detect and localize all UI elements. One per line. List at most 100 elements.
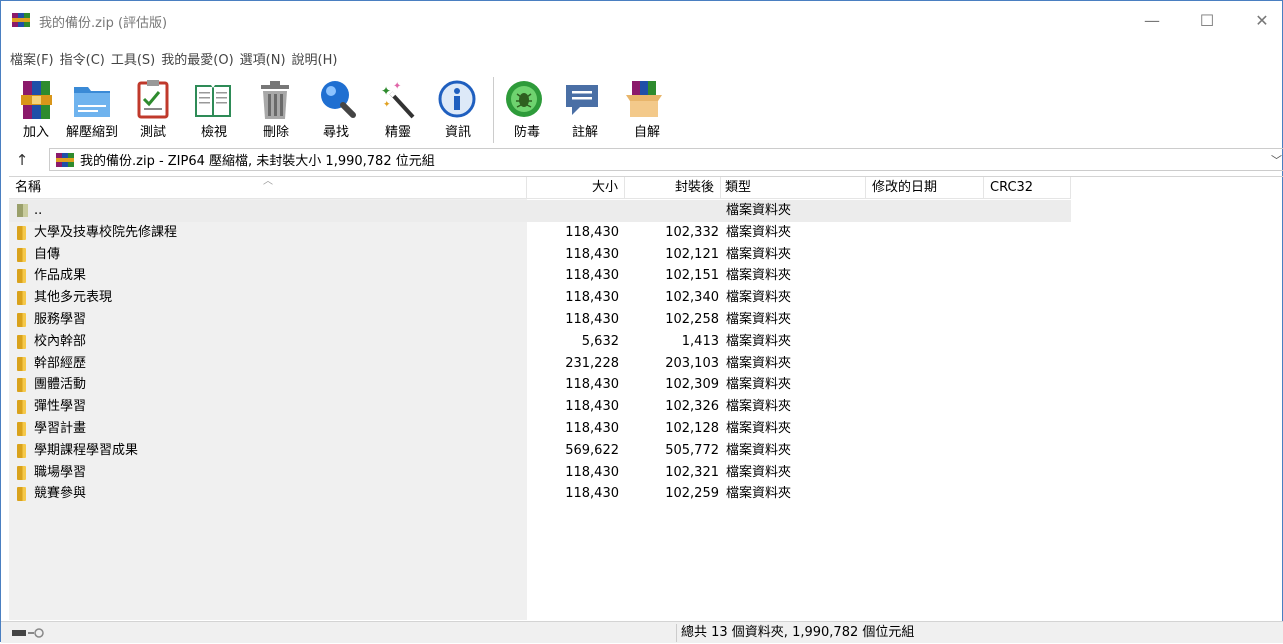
menu-options[interactable]: 選項(N) (240, 50, 286, 72)
column-header-modified[interactable]: 修改的日期 (866, 177, 984, 199)
column-header-type[interactable]: 類型 (721, 177, 866, 199)
info-button[interactable]: 資訊 (429, 75, 487, 145)
row-name: 團體活動 (34, 377, 87, 393)
column-header-crc32[interactable]: CRC32 (984, 177, 1071, 199)
column-header-packed[interactable]: 封裝後 (625, 177, 721, 199)
table-row[interactable]: 自傳 118,430 102,121 檔案資料夾 (9, 244, 1071, 266)
row-type: 檔案資料夾 (726, 290, 792, 306)
row-packed: 102,321 (665, 464, 719, 480)
row-size: 118,430 (565, 420, 619, 436)
table-row[interactable]: 幹部經歷 231,228 203,103 檔案資料夾 (9, 353, 1071, 375)
path-dropdown[interactable]: 我的備份.zip - ZIP64 壓縮檔, 未封裝大小 1,990,782 位元… (49, 148, 1283, 171)
row-size: 5,632 (581, 333, 619, 349)
table-row[interactable]: 學習計畫 118,430 102,128 檔案資料夾 (9, 418, 1071, 440)
svg-text:✦: ✦ (383, 100, 391, 110)
status-summary: 總共 13 個資料夾, 1,990,782 個位元組 (681, 625, 915, 640)
view-button[interactable]: 檢視 (181, 75, 247, 145)
menu-help[interactable]: 說明(H) (292, 50, 338, 72)
find-icon (321, 81, 356, 118)
close-button[interactable]: ✕ (1242, 11, 1282, 31)
row-type: 檔案資料夾 (726, 377, 792, 393)
row-size: 118,430 (565, 224, 619, 240)
info-icon (438, 80, 476, 118)
virus-scan-icon (506, 81, 542, 117)
table-row[interactable]: 大學及技專校院先修課程 118,430 102,332 檔案資料夾 (9, 222, 1071, 244)
row-name: 學習計畫 (34, 420, 87, 436)
minimize-button[interactable]: — (1132, 11, 1172, 31)
row-name: 其他多元表現 (34, 290, 113, 306)
add-label: 加入 (22, 125, 49, 140)
chevron-down-icon[interactable]: ﹀ (1271, 152, 1282, 168)
parent-folder-row[interactable]: .. 檔案資料夾 (9, 200, 1071, 222)
table-row[interactable]: 作品成果 118,430 102,151 檔案資料夾 (9, 265, 1071, 287)
extract-to-icon (74, 87, 110, 117)
folder-icon (17, 225, 26, 240)
folder-icon (17, 247, 26, 262)
list-header: 名稱 ︿ 大小 封裝後 類型 修改的日期 CRC32 (9, 176, 1071, 199)
table-row[interactable]: 校內幹部 5,632 1,413 檔案資料夾 (9, 331, 1071, 353)
list-rows: .. 檔案資料夾 大學及技專校院先修課程 118,430 102,332 檔案資料夾自… (9, 200, 1071, 505)
folder-icon (17, 465, 26, 480)
row-size: 118,430 (565, 268, 619, 284)
add-button[interactable]: 加入 (13, 75, 59, 145)
archive-path: 我的備份.zip - ZIP64 壓縮檔, 未封裝大小 1,990,782 位元… (80, 154, 435, 169)
folder-icon (17, 400, 26, 415)
row-name: 作品成果 (34, 268, 87, 284)
table-row[interactable]: 學期課程學習成果 569,622 505,772 檔案資料夾 (9, 440, 1071, 462)
comment-button[interactable]: 註解 (554, 75, 616, 145)
row-size: 118,430 (565, 246, 619, 262)
row-size: 118,430 (565, 290, 619, 306)
row-packed: 1,413 (681, 333, 719, 349)
table-row[interactable]: 服務學習 118,430 102,258 檔案資料夾 (9, 309, 1071, 331)
winrar-window: 我的備份.zip (評估版) — ☐ ✕ 檔案(F) 指令(C) 工具(S) 我… (0, 0, 1283, 643)
row-size: 118,430 (565, 486, 619, 502)
up-one-level-button[interactable]: ↑ (9, 151, 35, 169)
delete-icon (261, 81, 289, 119)
title-bar: 我的備份.zip (評估版) — ☐ ✕ (1, 1, 1282, 41)
view-icon (195, 85, 231, 117)
row-packed: 203,103 (665, 355, 719, 371)
sfx-button[interactable]: 自解 (616, 75, 678, 145)
view-label: 檢視 (200, 125, 227, 140)
row-name: 自傳 (34, 246, 61, 262)
virus-scan-button[interactable]: 防毒 (500, 75, 554, 145)
table-row[interactable]: 彈性學習 118,430 102,326 檔案資料夾 (9, 396, 1071, 418)
row-name: 校內幹部 (34, 333, 87, 349)
column-header-size[interactable]: 大小 (527, 177, 625, 199)
menu-commands[interactable]: 指令(C) (60, 50, 105, 72)
window-title: 我的備份.zip (評估版) (39, 16, 168, 31)
row-name: 服務學習 (34, 311, 87, 327)
row-type: 檔案資料夾 (726, 420, 792, 436)
row-packed: 102,326 (665, 399, 719, 415)
find-button[interactable]: 尋找 (305, 75, 367, 145)
menu-tools[interactable]: 工具(S) (111, 50, 155, 72)
row-type: 檔案資料夾 (726, 246, 792, 262)
row-size: 231,228 (565, 355, 619, 371)
delete-button[interactable]: 刪除 (247, 75, 305, 145)
svg-text:✦: ✦ (381, 84, 391, 98)
menu-bar: 檔案(F) 指令(C) 工具(S) 我的最愛(O) 選項(N) 說明(H) (1, 50, 343, 72)
folder-icon (17, 269, 26, 284)
test-button[interactable]: 測試 (125, 75, 181, 145)
table-row[interactable]: 團體活動 118,430 102,309 檔案資料夾 (9, 374, 1071, 396)
archive-icon (56, 152, 74, 167)
row-type: 檔案資料夾 (726, 203, 792, 218)
table-row[interactable]: 其他多元表現 118,430 102,340 檔案資料夾 (9, 287, 1071, 309)
wizard-button[interactable]: ✦ ✦ ✦ 精靈 (367, 75, 429, 145)
row-packed: 102,151 (665, 268, 719, 284)
row-type: 檔案資料夾 (726, 333, 792, 349)
menu-file[interactable]: 檔案(F) (10, 50, 54, 72)
menu-favorites[interactable]: 我的最愛(O) (161, 50, 233, 72)
table-row[interactable]: 競賽參與 118,430 102,259 檔案資料夾 (9, 483, 1071, 505)
extract-to-button[interactable]: 解壓縮到 (59, 75, 125, 145)
row-packed: 102,332 (665, 224, 719, 240)
row-type: 檔案資料夾 (726, 486, 792, 502)
maximize-button[interactable]: ☐ (1187, 11, 1227, 31)
status-separator (676, 624, 677, 642)
comment-label: 註解 (571, 125, 598, 140)
folder-icon (17, 356, 26, 371)
find-label: 尋找 (322, 125, 349, 140)
row-name: 學期課程學習成果 (34, 442, 139, 458)
table-row[interactable]: 職場學習 118,430 102,321 檔案資料夾 (9, 462, 1071, 484)
drive-key-icon (12, 628, 44, 638)
